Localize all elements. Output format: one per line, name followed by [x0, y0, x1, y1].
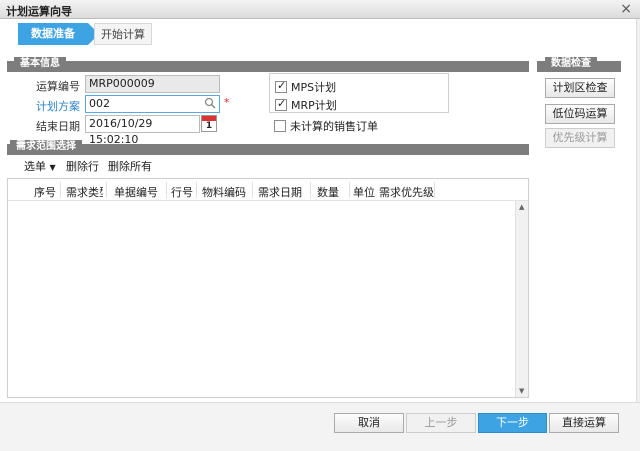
window-right-edge [636, 19, 640, 402]
cancel-button[interactable]: 取消 [334, 413, 404, 433]
uncalc-sales-label: 未计算的销售订单 [290, 120, 378, 133]
wizard-steps: 数据准备 开始计算 [0, 19, 640, 47]
required-mark: * [224, 96, 230, 109]
grid-header: 序号 需求类型 单据编号 行号 物料编码 需求日期 数量 单位 需求优先级 [8, 179, 528, 201]
scroll-up-icon[interactable]: ▲ [519, 203, 524, 211]
col-header[interactable]: 需求日期 [258, 184, 308, 200]
step-data-prep[interactable]: 数据准备 [18, 23, 99, 45]
footer-bar: 取消 上一步 下一步 直接运算 [0, 402, 640, 451]
uncalc-sales-checkbox[interactable]: 未计算的销售订单 [274, 118, 378, 134]
plan-scheme-value: 002 [89, 97, 110, 110]
window-titlebar: 计划运算向导 × [0, 0, 640, 19]
col-header[interactable]: 单位 [353, 184, 379, 200]
priority-calc-button[interactable]: 优先级计算 [545, 128, 615, 148]
prev-button[interactable]: 上一步 [406, 413, 476, 433]
run-no-label: 运算编号 [36, 80, 80, 93]
mrp-checkbox[interactable]: MRP计划 [275, 97, 337, 113]
vertical-scrollbar[interactable]: ▲ ▼ [515, 201, 528, 397]
checkbox-checked-icon [275, 79, 287, 93]
next-button[interactable]: 下一步 [478, 413, 547, 433]
low-level-code-button[interactable]: 低位码运算 [545, 104, 615, 124]
col-header[interactable]: 物料编码 [202, 184, 252, 200]
demand-range-header: 需求范围选择 [10, 140, 82, 154]
plan-scheme-label: 计划方案 [36, 100, 80, 113]
calendar-icon[interactable]: 1 [201, 115, 217, 132]
search-icon[interactable] [204, 97, 216, 109]
checkbox-checked-icon [275, 97, 287, 111]
step-start-calc[interactable]: 开始计算 [94, 23, 152, 45]
col-header[interactable]: 需求类型 [66, 184, 103, 200]
plan-area-check-button[interactable]: 计划区检查 [545, 78, 615, 98]
col-header[interactable]: 需求优先级 [379, 184, 437, 200]
plan-type-group: MPS计划 MRP计划 [269, 73, 449, 113]
basic-info-header: 基本信息 [14, 57, 66, 71]
checkbox-unchecked-icon [274, 120, 286, 132]
scroll-down-icon[interactable]: ▼ [519, 387, 524, 395]
mrp-label: MRP计划 [291, 99, 337, 112]
delete-all-button[interactable]: 删除所有 [108, 158, 152, 174]
end-date-input[interactable]: 2016/10/29 15:02:10 [85, 115, 200, 146]
mps-label: MPS计划 [291, 81, 337, 94]
plan-scheme-input[interactable]: 002 [85, 95, 220, 113]
basic-info-bar [7, 61, 529, 72]
col-header[interactable]: 行号 [171, 184, 195, 200]
window-title: 计划运算向导 [6, 5, 72, 18]
data-check-header: 数据检查 [545, 57, 597, 71]
demand-grid[interactable]: 序号 需求类型 单据编号 行号 物料编码 需求日期 数量 单位 需求优先级 ▲ … [7, 178, 529, 398]
demand-range-bar [7, 144, 529, 155]
dropdown-arrow-icon: ▼ [49, 163, 56, 172]
close-icon[interactable]: × [620, 1, 632, 17]
calendar-day: 1 [205, 121, 213, 131]
run-no-field: MRP000009 [85, 75, 220, 93]
delete-row-button[interactable]: 删除行 [66, 158, 99, 174]
mps-checkbox[interactable]: MPS计划 [275, 79, 336, 95]
col-header[interactable]: 数量 [317, 184, 347, 200]
select-menu[interactable]: 选单 ▼ [24, 158, 56, 174]
end-date-label: 结束日期 [36, 120, 80, 133]
direct-run-button[interactable]: 直接运算 [549, 413, 619, 433]
col-header[interactable]: 单据编号 [114, 184, 164, 200]
demand-toolbar: 选单 ▼ 删除行 删除所有 [14, 156, 529, 174]
